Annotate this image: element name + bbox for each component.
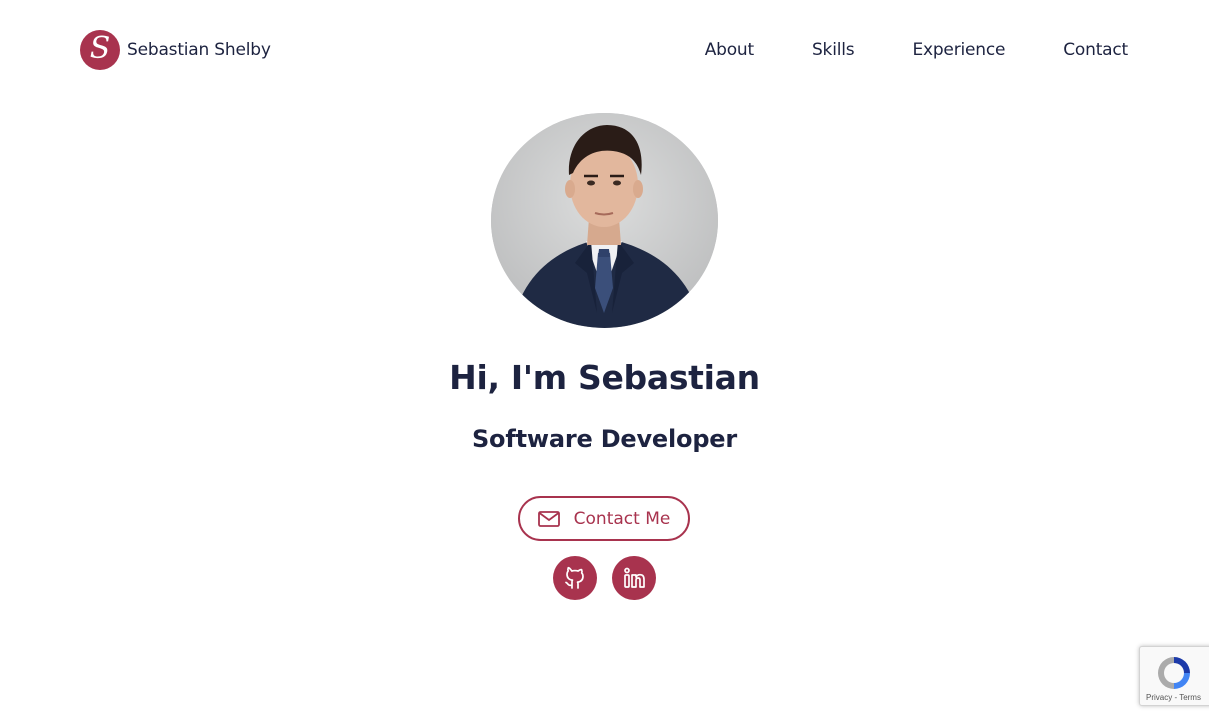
brand-home-link[interactable]: S Sebastian Shelby [80, 30, 271, 70]
profile-photo [491, 113, 718, 328]
github-icon [565, 566, 584, 589]
nav-item-skills[interactable]: Skills [812, 40, 855, 60]
brand-name: Sebastian Shelby [127, 40, 271, 60]
github-link[interactable] [553, 556, 597, 600]
site-header: S Sebastian Shelby About Skills Experien… [0, 0, 1209, 104]
recaptcha-links[interactable]: Privacy - Terms [1146, 693, 1201, 702]
hero-subtitle: Software Developer [471, 425, 738, 453]
hero-title: Hi, I'm Sebastian [449, 358, 760, 397]
contact-me-button[interactable]: Contact Me [518, 496, 690, 541]
brand-logo-letter: S [89, 31, 111, 66]
mail-icon [537, 510, 560, 527]
nav-item-contact[interactable]: Contact [1063, 40, 1128, 60]
main-nav: About Skills Experience Contact [705, 40, 1128, 60]
brand-logo: S [80, 30, 120, 70]
recaptcha-icon [1158, 657, 1190, 689]
profile-photo-illustration [491, 113, 718, 328]
linkedin-icon [624, 567, 645, 588]
nav-item-experience[interactable]: Experience [912, 40, 1005, 60]
contact-me-label: Contact Me [573, 508, 671, 529]
nav-item-about[interactable]: About [705, 40, 754, 60]
recaptcha-badge[interactable]: Privacy - Terms [1139, 646, 1209, 706]
linkedin-link[interactable] [612, 556, 656, 600]
